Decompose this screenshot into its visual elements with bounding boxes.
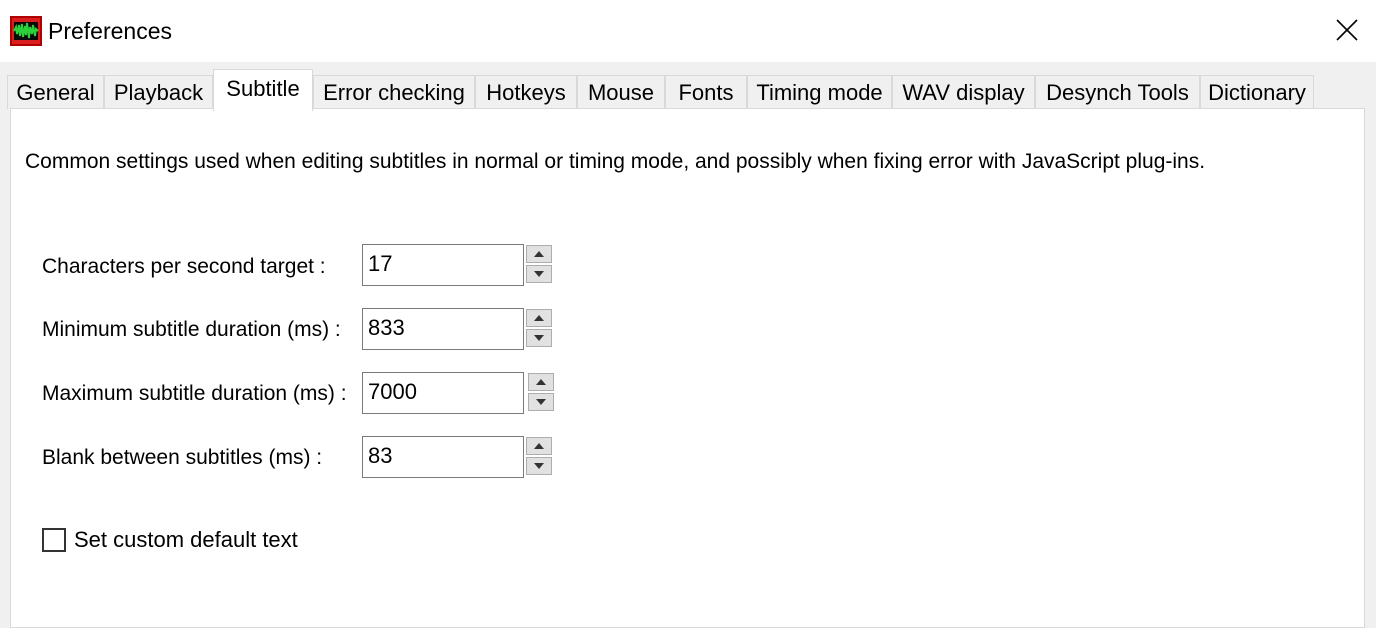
max-duration-up-button[interactable] [528, 373, 554, 391]
arrow-up-icon [534, 315, 544, 321]
cps-target-label: Characters per second target : [42, 255, 326, 278]
panel-description: Common settings used when editing subtit… [25, 150, 1206, 173]
tab-dictionary[interactable]: Dictionary [1200, 75, 1314, 109]
blank-between-up-button[interactable] [526, 437, 552, 455]
min-duration-up-button[interactable] [526, 309, 552, 327]
close-button[interactable] [1320, 6, 1374, 54]
tab-wav-display[interactable]: WAV display [892, 75, 1035, 109]
tab-hotkeys[interactable]: Hotkeys [475, 75, 577, 109]
arrow-up-icon [534, 443, 544, 449]
custom-default-text-label[interactable]: Set custom default text [74, 526, 298, 554]
min-duration-spinner [526, 309, 552, 349]
max-duration-label: Maximum subtitle duration (ms) : [42, 382, 347, 405]
min-duration-down-button[interactable] [526, 329, 552, 347]
max-duration-input[interactable]: 7000 [362, 372, 524, 414]
tab-general[interactable]: General [7, 75, 104, 109]
cps-target-input[interactable]: 17 [362, 244, 524, 286]
tab-desynch-tools[interactable]: Desynch Tools [1035, 75, 1200, 109]
app-icon [10, 16, 42, 46]
blank-between-down-button[interactable] [526, 457, 552, 475]
blank-between-label: Blank between subtitles (ms) : [42, 446, 323, 469]
tab-mouse[interactable]: Mouse [577, 75, 665, 109]
cps-target-up-button[interactable] [526, 245, 552, 263]
cps-target-down-button[interactable] [526, 265, 552, 283]
arrow-up-icon [534, 251, 544, 257]
blank-between-spinner [526, 437, 552, 477]
window-title: Preferences [48, 18, 173, 44]
max-duration-spinner [528, 373, 554, 413]
tab-error-checking[interactable]: Error checking [313, 75, 475, 109]
arrow-down-icon [534, 335, 544, 341]
tab-subtitle[interactable]: Subtitle [213, 69, 313, 111]
arrow-down-icon [534, 271, 544, 277]
max-duration-down-button[interactable] [528, 393, 554, 411]
title-bar: Preferences [0, 0, 1376, 62]
cps-target-spinner [526, 245, 552, 285]
arrow-down-icon [534, 463, 544, 469]
min-duration-label: Minimum subtitle duration (ms) : [42, 318, 341, 341]
tab-timing-mode[interactable]: Timing mode [747, 75, 892, 109]
arrow-up-icon [536, 379, 546, 385]
arrow-down-icon [536, 399, 546, 405]
min-duration-input[interactable]: 833 [362, 308, 524, 350]
custom-default-text-checkbox[interactable] [42, 528, 66, 552]
tab-playback[interactable]: Playback [104, 75, 213, 109]
close-icon [1336, 19, 1358, 41]
tab-fonts[interactable]: Fonts [665, 75, 747, 109]
blank-between-input[interactable]: 83 [362, 436, 524, 478]
